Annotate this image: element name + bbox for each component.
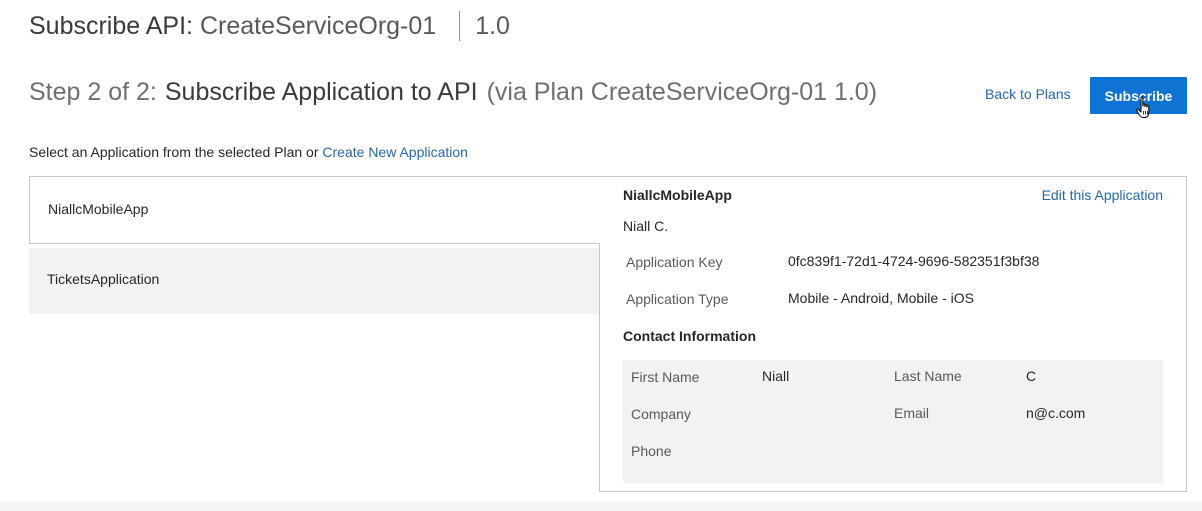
step-counter: Step 2 of 2: xyxy=(29,77,157,106)
detail-app-name: NiallcMobileApp xyxy=(623,187,732,203)
page-title-prefix: Subscribe API: xyxy=(29,11,193,40)
footer-strip xyxy=(0,502,1202,511)
last-name-value: C xyxy=(1026,368,1037,384)
first-name-value: Niall xyxy=(762,368,790,384)
app-type-value: Mobile - Android, Mobile - iOS xyxy=(788,290,974,306)
last-name-label: Last Name xyxy=(894,368,962,384)
create-new-application-link[interactable]: Create New Application xyxy=(322,144,468,160)
subscribe-api-page: Subscribe API: CreateServiceOrg-01 1.0 S… xyxy=(0,0,1202,511)
application-item-ticketsapplication[interactable]: TicketsApplication xyxy=(29,248,599,314)
email-value: n@c.com xyxy=(1026,405,1086,421)
email-label: Email xyxy=(894,405,930,421)
first-name-label: First Name xyxy=(631,369,700,385)
app-type-label: Application Type xyxy=(626,291,729,307)
company-label: Company xyxy=(631,406,691,422)
phone-label: Phone xyxy=(631,443,672,459)
api-name: CreateServiceOrg-01 xyxy=(199,11,437,40)
application-list: NiallcMobileApp TicketsApplication xyxy=(29,176,600,314)
api-version: 1.0 xyxy=(475,11,510,40)
instruction-text: Select an Application from the selected … xyxy=(29,144,468,160)
subscribe-button[interactable]: Subscribe xyxy=(1090,77,1187,114)
back-to-plans-link[interactable]: Back to Plans xyxy=(985,86,1071,102)
contact-info-heading: Contact Information xyxy=(623,328,756,344)
app-key-label: Application Key xyxy=(626,254,723,270)
step-title: Subscribe Application to API xyxy=(164,77,478,106)
application-item-label: TicketsApplication xyxy=(47,271,160,287)
app-key-value: 0fc839f1-72d1-4724-9696-582351f3bf38 xyxy=(788,253,1040,269)
page-title: Subscribe API: CreateServiceOrg-01 1.0 xyxy=(29,10,510,42)
detail-app-owner: Niall C. xyxy=(623,218,669,234)
instruction-label: Select an Application from the selected … xyxy=(29,144,319,160)
edit-application-link[interactable]: Edit this Application xyxy=(1042,187,1163,203)
application-item-label: NiallcMobileApp xyxy=(48,201,149,217)
application-item-niallcmobileapp[interactable]: NiallcMobileApp xyxy=(29,176,600,244)
contact-info-table: First Name Niall Last Name C Company Ema… xyxy=(623,360,1163,483)
application-detail-panel: NiallcMobileApp Edit this Application Ni… xyxy=(599,176,1187,492)
title-divider xyxy=(459,11,461,41)
step-heading: Step 2 of 2: Subscribe Application to AP… xyxy=(29,76,877,108)
step-plan-info: (via Plan CreateServiceOrg-01 1.0) xyxy=(486,77,878,106)
